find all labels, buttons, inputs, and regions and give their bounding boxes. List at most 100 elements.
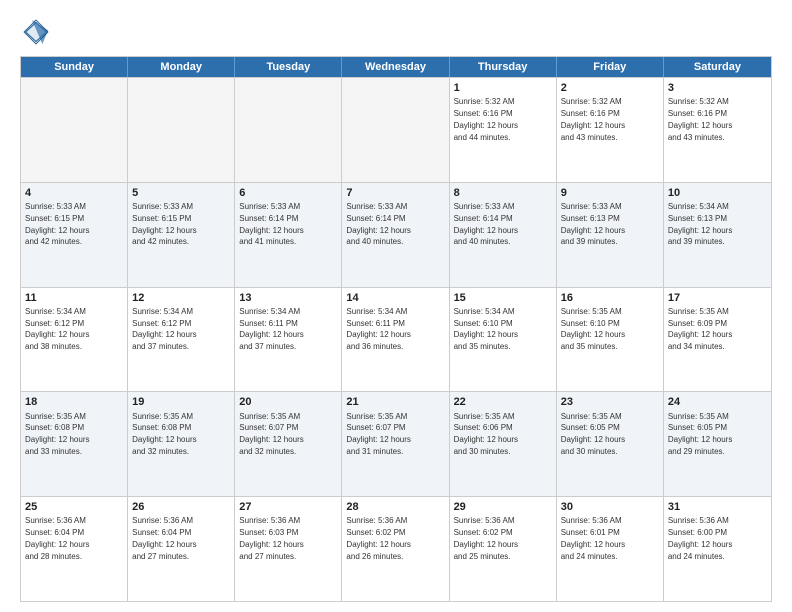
day-number: 11 — [25, 291, 123, 305]
day-info: Sunrise: 5:35 AM Sunset: 6:08 PM Dayligh… — [25, 412, 89, 456]
header-day-wednesday: Wednesday — [342, 57, 449, 77]
calendar-row-3: 18 Sunrise: 5:35 AM Sunset: 6:08 PM Dayli… — [21, 391, 771, 496]
page: SundayMondayTuesdayWednesdayThursdayFrid… — [0, 0, 792, 612]
day-cell-30: 30 Sunrise: 5:36 AM Sunset: 6:01 PM Dayli… — [557, 497, 664, 601]
day-cell-21: 21 Sunrise: 5:35 AM Sunset: 6:07 PM Dayli… — [342, 392, 449, 496]
day-info: Sunrise: 5:36 AM Sunset: 6:01 PM Dayligh… — [561, 516, 625, 560]
empty-cell-0-2 — [235, 78, 342, 182]
day-number: 14 — [346, 291, 444, 305]
logo — [20, 16, 56, 48]
day-number: 12 — [132, 291, 230, 305]
day-cell-23: 23 Sunrise: 5:35 AM Sunset: 6:05 PM Dayli… — [557, 392, 664, 496]
day-info: Sunrise: 5:34 AM Sunset: 6:13 PM Dayligh… — [668, 202, 732, 246]
day-info: Sunrise: 5:33 AM Sunset: 6:14 PM Dayligh… — [454, 202, 518, 246]
day-info: Sunrise: 5:35 AM Sunset: 6:09 PM Dayligh… — [668, 307, 732, 351]
day-cell-26: 26 Sunrise: 5:36 AM Sunset: 6:04 PM Dayli… — [128, 497, 235, 601]
header-day-monday: Monday — [128, 57, 235, 77]
day-number: 20 — [239, 395, 337, 409]
day-info: Sunrise: 5:33 AM Sunset: 6:14 PM Dayligh… — [346, 202, 410, 246]
day-info: Sunrise: 5:36 AM Sunset: 6:04 PM Dayligh… — [132, 516, 196, 560]
day-number: 31 — [668, 500, 767, 514]
day-cell-9: 9 Sunrise: 5:33 AM Sunset: 6:13 PM Daylig… — [557, 183, 664, 287]
day-cell-1: 1 Sunrise: 5:32 AM Sunset: 6:16 PM Daylig… — [450, 78, 557, 182]
day-number: 26 — [132, 500, 230, 514]
day-cell-17: 17 Sunrise: 5:35 AM Sunset: 6:09 PM Dayli… — [664, 288, 771, 392]
day-number: 17 — [668, 291, 767, 305]
day-info: Sunrise: 5:34 AM Sunset: 6:12 PM Dayligh… — [132, 307, 196, 351]
day-number: 28 — [346, 500, 444, 514]
day-cell-29: 29 Sunrise: 5:36 AM Sunset: 6:02 PM Dayli… — [450, 497, 557, 601]
day-info: Sunrise: 5:35 AM Sunset: 6:07 PM Dayligh… — [346, 412, 410, 456]
day-number: 23 — [561, 395, 659, 409]
day-number: 15 — [454, 291, 552, 305]
day-number: 19 — [132, 395, 230, 409]
day-cell-2: 2 Sunrise: 5:32 AM Sunset: 6:16 PM Daylig… — [557, 78, 664, 182]
calendar: SundayMondayTuesdayWednesdayThursdayFrid… — [20, 56, 772, 602]
day-cell-25: 25Sunrise: 5:36 AM Sunset: 6:04 PM Dayli… — [21, 497, 128, 601]
empty-cell-0-1 — [128, 78, 235, 182]
day-info: Sunrise: 5:34 AM Sunset: 6:12 PM Dayligh… — [25, 307, 89, 351]
day-info: Sunrise: 5:32 AM Sunset: 6:16 PM Dayligh… — [454, 97, 518, 141]
calendar-row-1: 4 Sunrise: 5:33 AM Sunset: 6:15 PM Daylig… — [21, 182, 771, 287]
day-info: Sunrise: 5:33 AM Sunset: 6:15 PM Dayligh… — [132, 202, 196, 246]
day-number: 30 — [561, 500, 659, 514]
day-info: Sunrise: 5:35 AM Sunset: 6:06 PM Dayligh… — [454, 412, 518, 456]
day-info: Sunrise: 5:33 AM Sunset: 6:13 PM Dayligh… — [561, 202, 625, 246]
day-number: 21 — [346, 395, 444, 409]
day-number: 8 — [454, 186, 552, 200]
day-number: 29 — [454, 500, 552, 514]
day-number: 24 — [668, 395, 767, 409]
day-cell-6: 6Sunrise: 5:33 AM Sunset: 6:14 PM Daylig… — [235, 183, 342, 287]
empty-cell-0-0 — [21, 78, 128, 182]
day-number: 13 — [239, 291, 337, 305]
day-info: Sunrise: 5:36 AM Sunset: 6:03 PM Dayligh… — [239, 516, 303, 560]
day-cell-16: 16Sunrise: 5:35 AM Sunset: 6:10 PM Dayli… — [557, 288, 664, 392]
day-info: Sunrise: 5:35 AM Sunset: 6:08 PM Dayligh… — [132, 412, 196, 456]
day-number: 3 — [668, 81, 767, 95]
day-info: Sunrise: 5:35 AM Sunset: 6:10 PM Dayligh… — [561, 307, 625, 351]
header-day-thursday: Thursday — [450, 57, 557, 77]
day-info: Sunrise: 5:34 AM Sunset: 6:11 PM Dayligh… — [346, 307, 410, 351]
day-number: 27 — [239, 500, 337, 514]
day-cell-3: 3 Sunrise: 5:32 AM Sunset: 6:16 PM Daylig… — [664, 78, 771, 182]
day-info: Sunrise: 5:32 AM Sunset: 6:16 PM Dayligh… — [668, 97, 732, 141]
day-info: Sunrise: 5:35 AM Sunset: 6:05 PM Dayligh… — [561, 412, 625, 456]
day-cell-24: 24 Sunrise: 5:35 AM Sunset: 6:05 PM Dayli… — [664, 392, 771, 496]
day-cell-10: 10Sunrise: 5:34 AM Sunset: 6:13 PM Dayli… — [664, 183, 771, 287]
day-info: Sunrise: 5:34 AM Sunset: 6:10 PM Dayligh… — [454, 307, 518, 351]
empty-cell-0-3 — [342, 78, 449, 182]
day-number: 1 — [454, 81, 552, 95]
day-number: 2 — [561, 81, 659, 95]
day-cell-20: 20Sunrise: 5:35 AM Sunset: 6:07 PM Dayli… — [235, 392, 342, 496]
day-info: Sunrise: 5:36 AM Sunset: 6:02 PM Dayligh… — [454, 516, 518, 560]
day-info: Sunrise: 5:35 AM Sunset: 6:05 PM Dayligh… — [668, 412, 732, 456]
calendar-row-4: 25Sunrise: 5:36 AM Sunset: 6:04 PM Dayli… — [21, 496, 771, 601]
day-cell-15: 15 Sunrise: 5:34 AM Sunset: 6:10 PM Dayli… — [450, 288, 557, 392]
day-info: Sunrise: 5:33 AM Sunset: 6:15 PM Dayligh… — [25, 202, 89, 246]
day-cell-31: 31Sunrise: 5:36 AM Sunset: 6:00 PM Dayli… — [664, 497, 771, 601]
day-info: Sunrise: 5:32 AM Sunset: 6:16 PM Dayligh… — [561, 97, 625, 141]
day-number: 22 — [454, 395, 552, 409]
day-cell-13: 13Sunrise: 5:34 AM Sunset: 6:11 PM Dayli… — [235, 288, 342, 392]
day-number: 4 — [25, 186, 123, 200]
day-number: 6 — [239, 186, 337, 200]
calendar-body: 1 Sunrise: 5:32 AM Sunset: 6:16 PM Daylig… — [21, 77, 771, 601]
day-cell-18: 18 Sunrise: 5:35 AM Sunset: 6:08 PM Dayli… — [21, 392, 128, 496]
calendar-header: SundayMondayTuesdayWednesdayThursdayFrid… — [21, 57, 771, 77]
header-day-tuesday: Tuesday — [235, 57, 342, 77]
logo-icon — [20, 16, 52, 48]
day-info: Sunrise: 5:36 AM Sunset: 6:02 PM Dayligh… — [346, 516, 410, 560]
header-day-friday: Friday — [557, 57, 664, 77]
day-number: 9 — [561, 186, 659, 200]
day-cell-8: 8 Sunrise: 5:33 AM Sunset: 6:14 PM Daylig… — [450, 183, 557, 287]
day-info: Sunrise: 5:36 AM Sunset: 6:04 PM Dayligh… — [25, 516, 89, 560]
day-number: 7 — [346, 186, 444, 200]
day-cell-28: 28 Sunrise: 5:36 AM Sunset: 6:02 PM Dayli… — [342, 497, 449, 601]
day-cell-11: 11 Sunrise: 5:34 AM Sunset: 6:12 PM Dayli… — [21, 288, 128, 392]
day-cell-5: 5Sunrise: 5:33 AM Sunset: 6:15 PM Daylig… — [128, 183, 235, 287]
day-cell-14: 14 Sunrise: 5:34 AM Sunset: 6:11 PM Dayli… — [342, 288, 449, 392]
day-number: 18 — [25, 395, 123, 409]
day-cell-22: 22 Sunrise: 5:35 AM Sunset: 6:06 PM Dayli… — [450, 392, 557, 496]
day-cell-27: 27 Sunrise: 5:36 AM Sunset: 6:03 PM Dayli… — [235, 497, 342, 601]
calendar-row-2: 11 Sunrise: 5:34 AM Sunset: 6:12 PM Dayli… — [21, 287, 771, 392]
